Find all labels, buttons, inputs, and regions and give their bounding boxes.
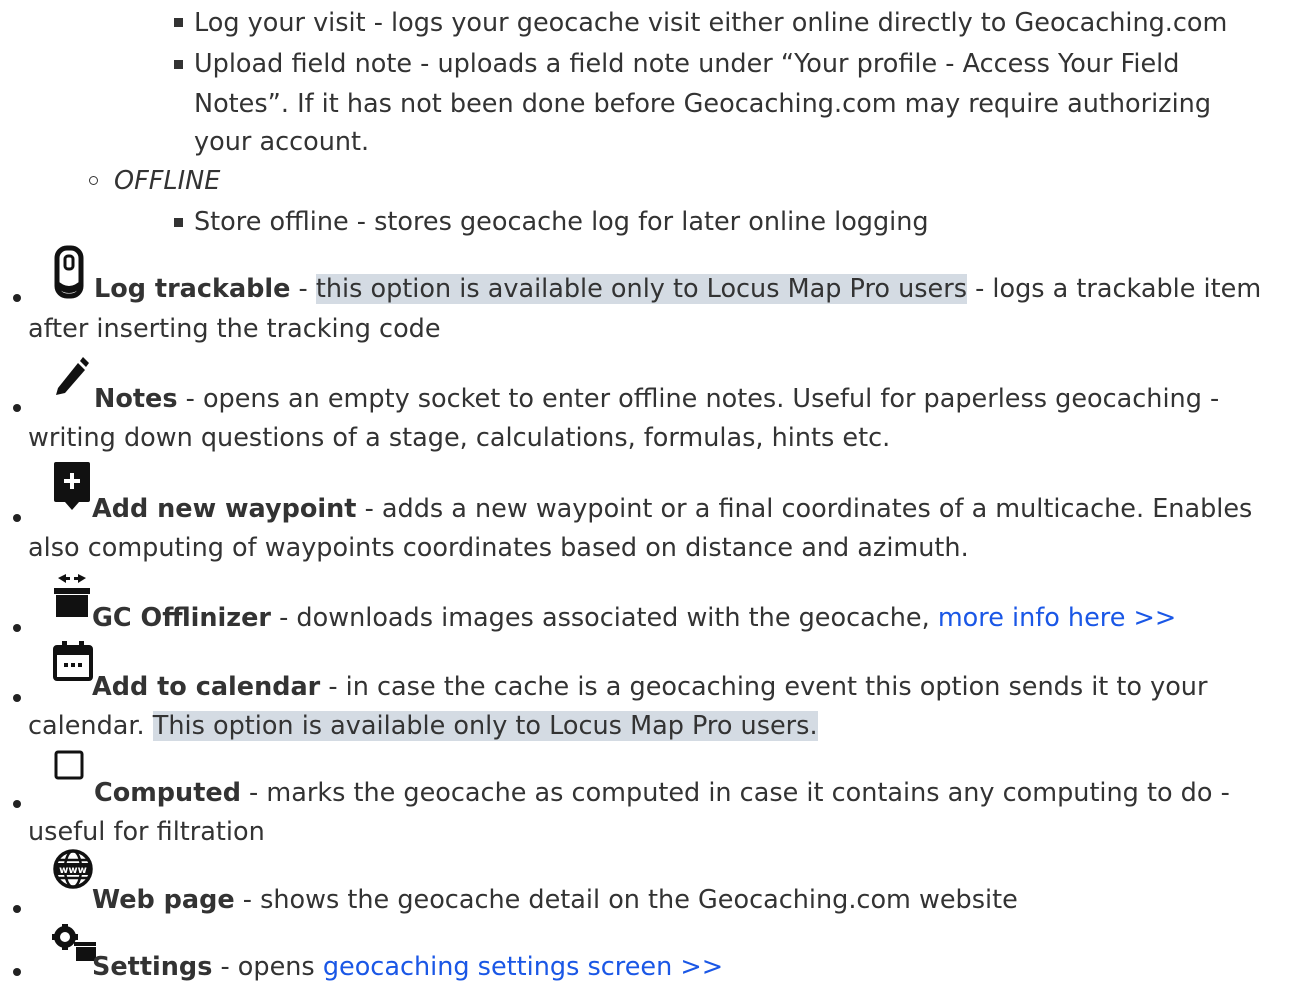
add-waypoint-icon [54, 462, 90, 510]
circle-bullet [89, 176, 98, 185]
list-bullet [13, 624, 21, 632]
pencil-icon [56, 357, 89, 395]
item-title: Notes [94, 384, 178, 414]
offline-label: OFFLINE [114, 166, 221, 196]
www-label: www [59, 865, 87, 876]
item-log-trackable: Log trackable - this option is available… [94, 274, 1262, 304]
list-bullet [13, 514, 21, 522]
calendar-icon [53, 641, 93, 681]
item-add-waypoint-line-2: also computing of waypoints coordinates … [28, 533, 969, 563]
square-bullet [174, 18, 183, 27]
item-add-to-calendar: Add to calendar - in case the cache is a… [92, 672, 1208, 702]
list-bullet [13, 694, 21, 702]
sub-item-store-offline: Store offline - stores geocache log for … [194, 207, 929, 237]
item-title: Settings [92, 952, 213, 982]
list-bullet [13, 968, 21, 976]
square-bullet [174, 218, 183, 227]
list-bullet [13, 800, 21, 808]
item-title: Log trackable [94, 274, 291, 304]
list-bullet [13, 294, 21, 302]
sub-item-upload-line-2: Notes”. If it has not been done before G… [194, 89, 1211, 119]
item-title: Add to calendar [92, 672, 321, 702]
checkbox-icon [54, 750, 84, 780]
item-settings: Settings - opens geocaching settings scr… [92, 952, 724, 982]
item-title: GC Offlinizer [92, 603, 272, 633]
item-computed: Computed - marks the geocache as compute… [94, 778, 1230, 808]
item-title: Add new waypoint [92, 494, 357, 524]
item-web-page: Web page - shows the geocache detail on … [92, 885, 1018, 915]
item-notes-line-2: writing down questions of a stage, calcu… [28, 423, 891, 453]
more-info-link[interactable]: more info here >> [938, 603, 1176, 633]
item-computed-line-2: useful for filtration [28, 817, 265, 847]
item-add-waypoint: Add new waypoint - adds a new waypoint o… [92, 494, 1253, 524]
sub-item-upload-line-3: your account. [194, 127, 370, 157]
square-bullet [174, 60, 183, 69]
item-title: Web page [92, 885, 235, 915]
item-log-trackable-line-2: after inserting the tracking code [28, 314, 441, 344]
item-add-to-calendar-line-2: calendar. This option is available only … [28, 711, 818, 741]
globe-www-icon: www [53, 849, 93, 889]
sub-item-log-visit: Log your visit - logs your geocache visi… [194, 8, 1228, 38]
sub-item-upload-line-1: Upload field note - uploads a field note… [194, 49, 1180, 79]
offlinizer-icon [54, 574, 90, 617]
list-bullet [13, 905, 21, 913]
pro-only-highlight: this option is available only to Locus M… [315, 274, 967, 304]
item-notes: Notes - opens an empty socket to enter o… [94, 384, 1220, 414]
item-title: Computed [94, 778, 241, 808]
pro-only-highlight: This option is available only to Locus M… [152, 711, 818, 741]
item-gc-offlinizer: GC Offlinizer - downloads images associa… [92, 603, 1177, 633]
tracker-icon [54, 245, 84, 299]
geocaching-settings-link[interactable]: geocaching settings screen >> [323, 952, 723, 982]
list-bullet [13, 404, 21, 412]
